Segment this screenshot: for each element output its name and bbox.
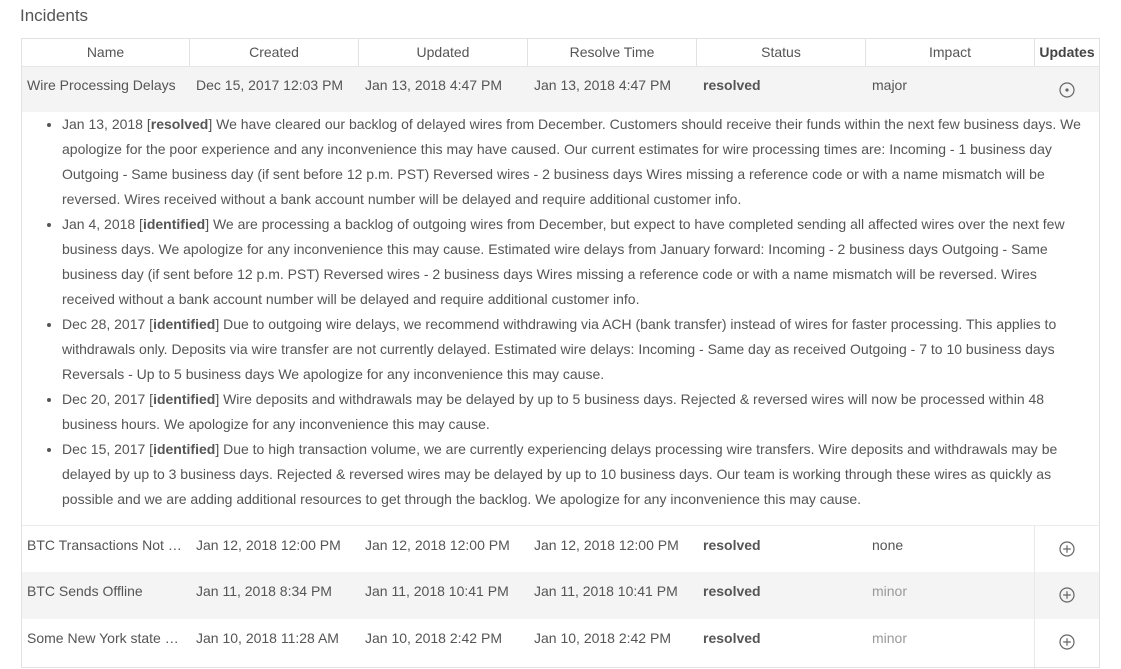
incident-name[interactable]: Wire Processing Delays	[27, 67, 185, 112]
column-header-status[interactable]: Status	[697, 39, 866, 66]
update-text: We have cleared our backlog of delayed w…	[62, 116, 1081, 207]
incidents-table: Name Created Updated Resolve Time Status…	[21, 38, 1100, 669]
column-header-updated[interactable]: Updated	[359, 39, 528, 66]
column-divider	[1034, 619, 1035, 669]
table-row[interactable]: Wire Processing Delays Dec 15, 2017 12:0…	[22, 67, 1099, 112]
update-text: We are processing a backlog of outgoing …	[62, 216, 1065, 307]
page-title: Incidents	[20, 6, 89, 25]
update-status: resolved	[150, 116, 209, 132]
incident-updates-list: Jan 13, 2018 [resolved] We have cleared …	[22, 112, 1099, 525]
incident-updated: Jan 13, 2018 4:47 PM	[365, 77, 502, 93]
update-date: Dec 15, 2017	[62, 441, 146, 457]
update-item: Jan 4, 2018 [identified] We are processi…	[62, 212, 1099, 312]
update-item: Jan 13, 2018 [resolved] We have cleared …	[62, 112, 1099, 212]
incident-created: Jan 12, 2018 12:00 PM	[196, 537, 341, 553]
table-header: Name Created Updated Resolve Time Status…	[22, 39, 1099, 67]
incident-impact: none	[872, 537, 904, 553]
update-status: identified	[153, 441, 216, 457]
incident-status: resolved	[703, 583, 761, 599]
column-divider	[1034, 526, 1035, 573]
circle-dot-icon[interactable]	[1059, 82, 1075, 98]
incident-name[interactable]: BTC Sends Offline	[27, 572, 182, 619]
update-status: identified	[153, 391, 216, 407]
incident-resolve-time: Jan 13, 2018 4:47 PM	[534, 77, 671, 93]
update-date: Jan 13, 2018	[62, 116, 143, 132]
incident-impact: minor	[872, 583, 908, 599]
incident-impact: minor	[872, 630, 908, 646]
column-header-name[interactable]: Name	[22, 39, 190, 66]
update-status: identified	[153, 316, 216, 332]
update-status: identified	[142, 216, 206, 232]
incident-name[interactable]: Some New York state a…	[27, 619, 182, 669]
table-row[interactable]: BTC Transactions Not … Jan 12, 2018 12:0…	[22, 525, 1099, 573]
incident-updated: Jan 11, 2018 10:41 PM	[365, 583, 509, 599]
column-divider	[1034, 572, 1035, 619]
incident-status: resolved	[703, 537, 761, 553]
incident-created: Jan 11, 2018 8:34 PM	[196, 583, 332, 599]
table-row[interactable]: BTC Sends Offline Jan 11, 2018 8:34 PM J…	[22, 572, 1099, 619]
column-header-resolve-time[interactable]: Resolve Time	[528, 39, 697, 66]
incident-resolve-time: Jan 10, 2018 2:42 PM	[534, 630, 671, 646]
incident-updated: Jan 12, 2018 12:00 PM	[365, 537, 510, 553]
incident-created: Dec 15, 2017 12:03 PM	[196, 77, 344, 93]
circle-plus-icon[interactable]	[1059, 634, 1075, 650]
table-row[interactable]: Some New York state a… Jan 10, 2018 11:2…	[22, 619, 1099, 669]
update-date: Dec 28, 2017	[62, 316, 146, 332]
update-item: Dec 20, 2017 [identified] Wire deposits …	[62, 387, 1099, 437]
column-header-created[interactable]: Created	[190, 39, 359, 66]
circle-plus-icon[interactable]	[1059, 587, 1075, 603]
incident-impact: major	[872, 77, 908, 93]
incident-status: resolved	[703, 630, 761, 646]
update-date: Dec 20, 2017	[62, 391, 146, 407]
incident-created: Jan 10, 2018 11:28 AM	[196, 630, 339, 646]
update-item: Dec 28, 2017 [identified] Due to outgoin…	[62, 312, 1099, 387]
incident-resolve-time: Jan 12, 2018 12:00 PM	[534, 537, 679, 553]
circle-plus-icon[interactable]	[1059, 541, 1075, 557]
update-date: Jan 4, 2018	[62, 216, 136, 232]
incident-status: resolved	[703, 77, 761, 93]
incident-name[interactable]: BTC Transactions Not …	[27, 526, 182, 573]
update-item: Dec 15, 2017 [identified] Due to high tr…	[62, 437, 1099, 512]
column-header-updates[interactable]: Updates	[1035, 39, 1099, 66]
column-header-impact[interactable]: Impact	[866, 39, 1035, 66]
incident-resolve-time: Jan 11, 2018 10:41 PM	[534, 583, 678, 599]
incident-updated: Jan 10, 2018 2:42 PM	[365, 630, 502, 646]
